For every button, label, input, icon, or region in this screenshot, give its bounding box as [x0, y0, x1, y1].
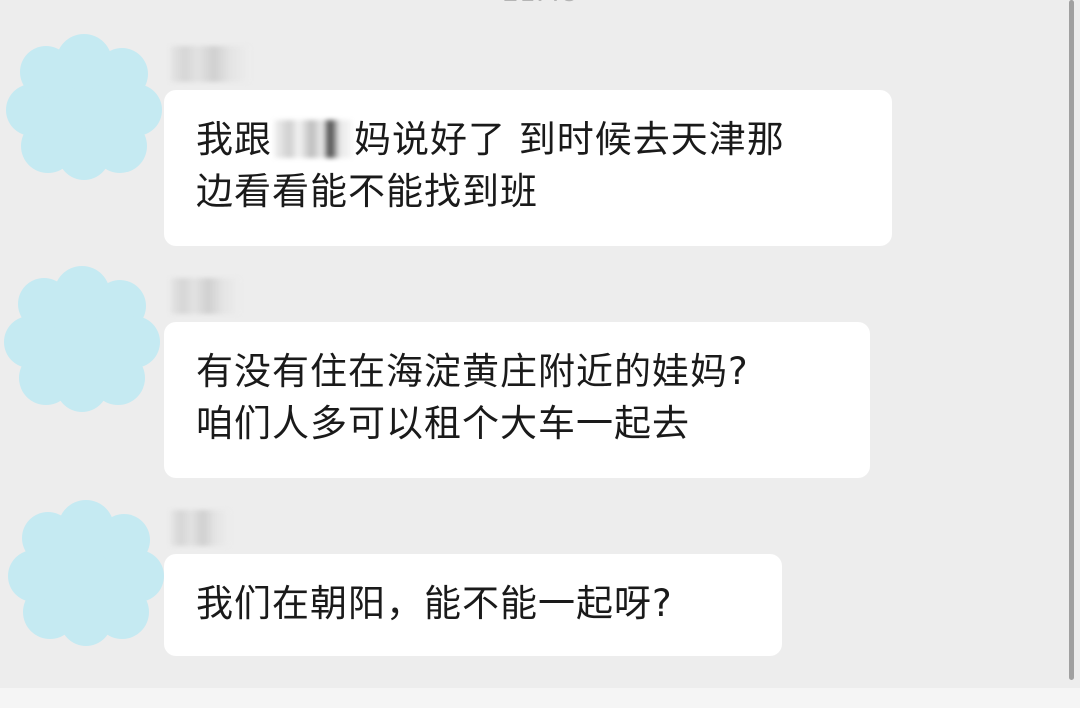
sender-avatar[interactable]	[4, 32, 164, 182]
chat-view: 21:48 我跟 妈说好了 到时候去天津那 边看看能不能找到班	[0, 0, 1080, 708]
message-bubble[interactable]: 我跟 妈说好了 到时候去天津那 边看看能不能找到班	[164, 90, 892, 246]
sender-name-blurred	[170, 510, 230, 546]
message-text-part: 我跟	[196, 118, 272, 161]
cloud-avatar-icon	[6, 34, 162, 180]
sender-avatar[interactable]	[6, 498, 166, 648]
bottom-bar	[0, 688, 1080, 708]
sender-name-blurred	[170, 46, 250, 82]
message-line: 边看看能不能找到班	[196, 170, 538, 213]
message-bubble[interactable]: 有没有住在海淀黄庄附近的娃妈? 咱们人多可以租个大车一起去	[164, 322, 870, 478]
scrollbar[interactable]	[1069, 0, 1074, 680]
message-timestamp: 21:48	[0, 0, 1080, 8]
cloud-avatar-icon	[8, 500, 164, 646]
message-line: 有没有住在海淀黄庄附近的娃妈?	[196, 350, 749, 393]
redacted-name	[274, 120, 352, 158]
message-bubble[interactable]: 我们在朝阳，能不能一起呀?	[164, 554, 782, 656]
message-line: 咱们人多可以租个大车一起去	[196, 402, 690, 445]
sender-avatar[interactable]	[2, 264, 162, 414]
cloud-avatar-icon	[4, 266, 160, 412]
sender-name-blurred	[170, 278, 240, 314]
message-text-part: 妈说好了 到时候去天津那	[354, 118, 785, 161]
message-line: 我跟 妈说好了 到时候去天津那	[196, 114, 862, 166]
message-line: 我们在朝阳，能不能一起呀?	[196, 582, 673, 625]
